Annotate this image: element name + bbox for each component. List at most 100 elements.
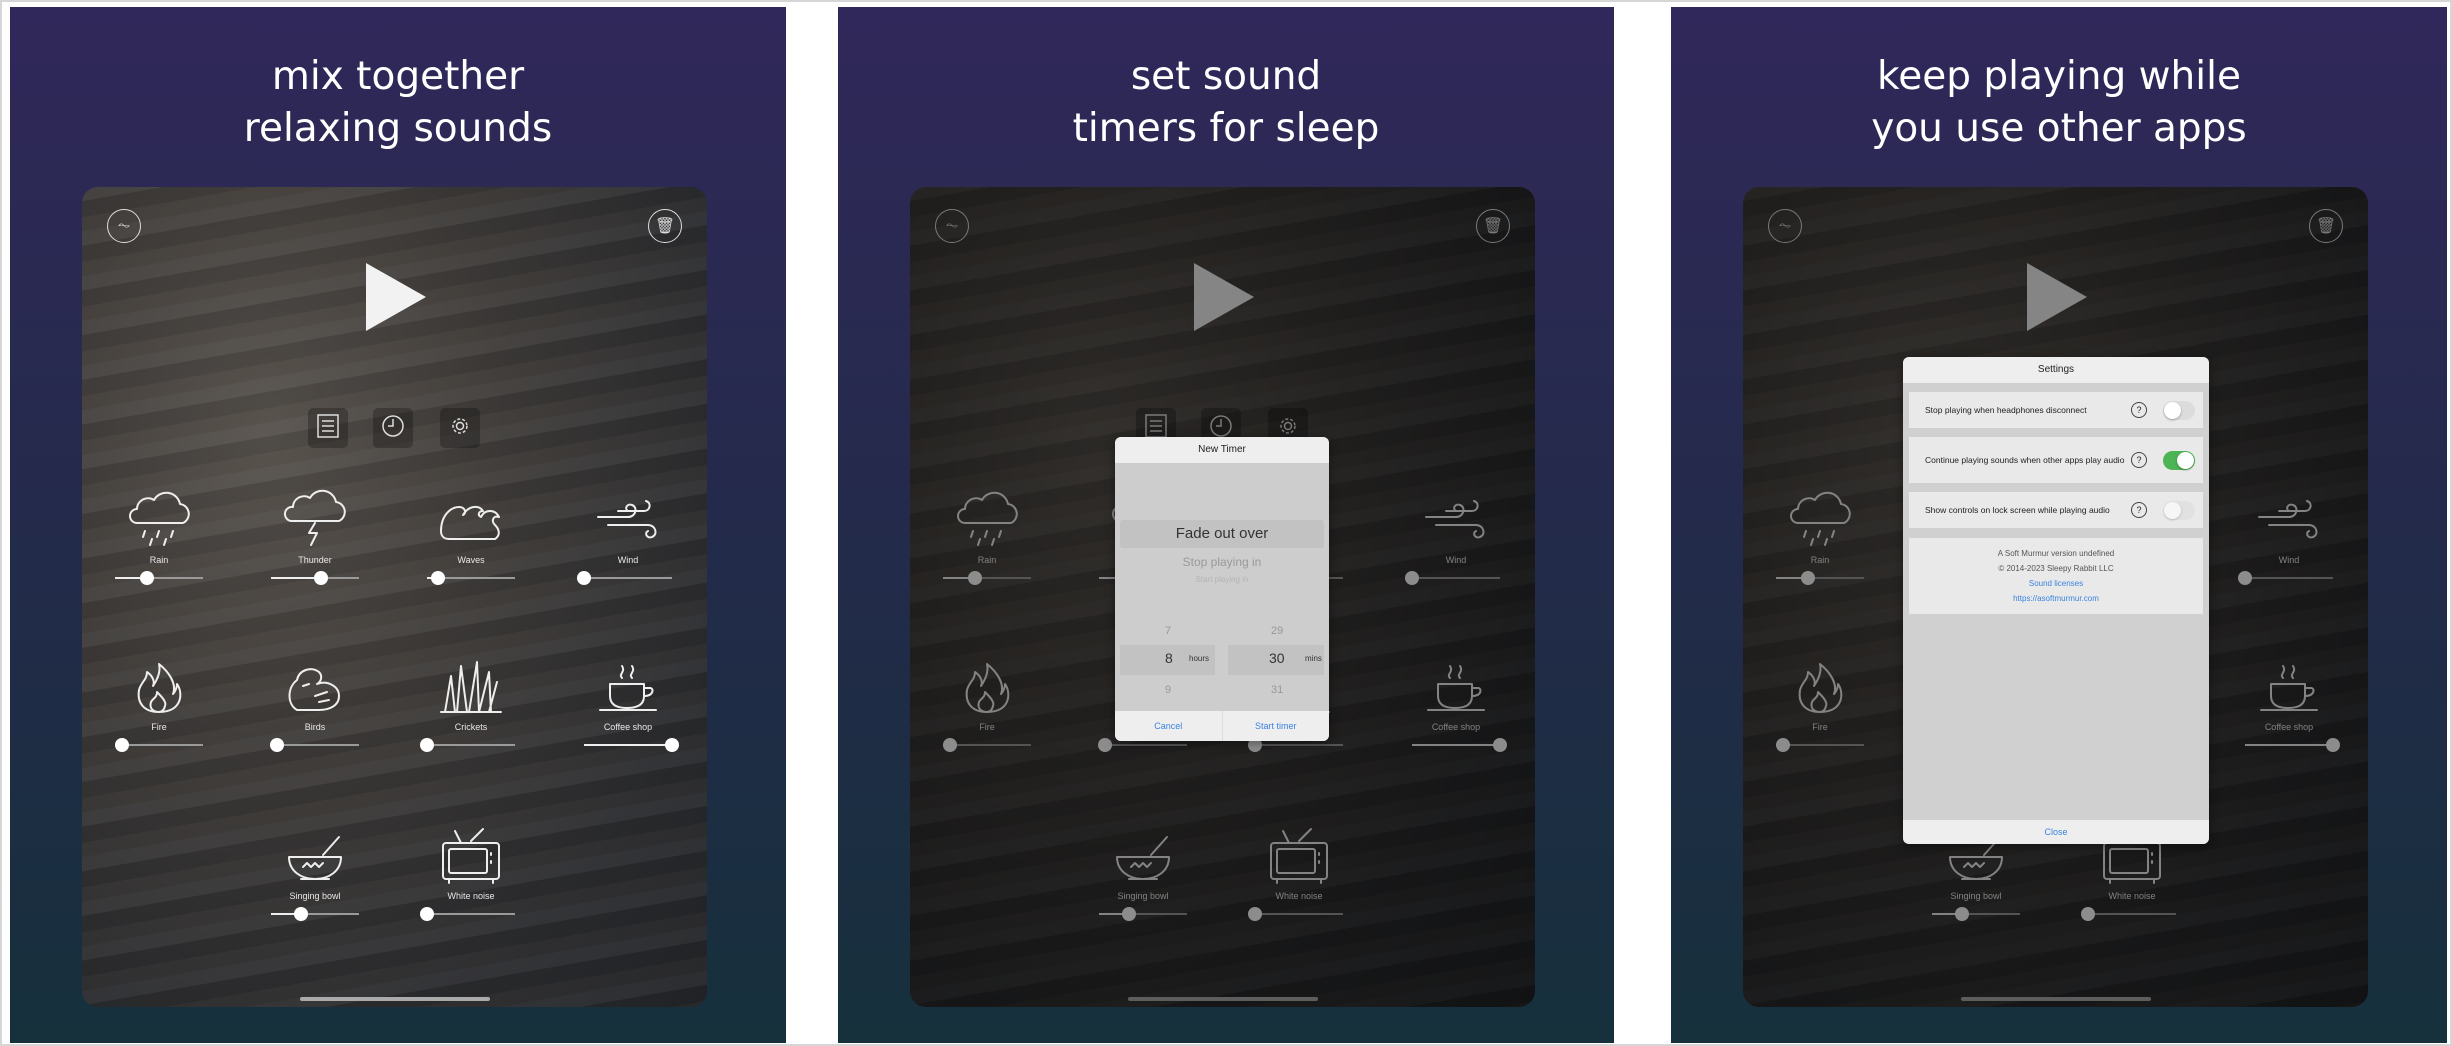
app-screen: ⏦ 🗑 Rain Thunder Waves Wind Fire Birds C… (82, 187, 707, 1007)
play-button[interactable] (366, 263, 426, 331)
sound-waves[interactable]: Waves (396, 487, 546, 585)
help-icon[interactable]: ? (2131, 502, 2147, 518)
mins-unit: mins (1305, 654, 1322, 663)
slider-thumb[interactable] (314, 571, 329, 585)
clock-icon (381, 414, 405, 443)
version-text: A Soft Murmur version undefined (1997, 549, 2115, 558)
sound-licenses-link[interactable]: Sound licenses (1909, 576, 2203, 591)
sound-coffee-shop[interactable]: Coffee shop (553, 654, 703, 752)
slider-thumb[interactable] (293, 907, 308, 921)
volume-slider[interactable] (271, 571, 359, 585)
dialog-title: New Timer (1115, 437, 1329, 463)
volume-slider[interactable] (115, 571, 203, 585)
slider-thumb[interactable] (115, 738, 130, 752)
singing-bowl-icon (288, 836, 342, 880)
sound-label: Crickets (454, 722, 488, 732)
sound-label: Singing bowl (289, 891, 341, 901)
app-screen: ⏦ 🗑 Rain Thunder Waves Wind Fire Birds C… (1743, 187, 2368, 1007)
grass-icon (440, 661, 502, 713)
setting-label: Continue playing sounds when other apps … (1925, 455, 2125, 465)
sound-birds[interactable]: Birds (240, 654, 390, 752)
hours-option[interactable]: 7 (1165, 625, 1171, 637)
sound-label: Thunder (298, 555, 332, 565)
hours-unit: hours (1189, 654, 1210, 663)
help-icon[interactable]: ? (2131, 402, 2147, 418)
slider-thumb[interactable] (577, 571, 591, 585)
bird-icon (288, 668, 340, 711)
volume-slider[interactable] (584, 738, 679, 752)
sound-label: Waves (457, 555, 485, 565)
sound-label: Wind (617, 555, 639, 565)
mins-option[interactable]: 31 (1271, 684, 1283, 696)
mins-option[interactable]: 29 (1271, 625, 1283, 637)
thunder-cloud-icon (283, 489, 346, 546)
fire-icon (137, 663, 182, 713)
clock-button[interactable] (373, 408, 413, 448)
mode-option[interactable]: Start playing in (1115, 575, 1329, 584)
mins-selected[interactable]: 30 (1269, 650, 1285, 666)
rain-cloud-icon (129, 491, 190, 546)
sound-label: Birds (304, 722, 326, 732)
slider-thumb[interactable] (430, 571, 445, 585)
gear-button[interactable] (440, 408, 480, 448)
slider-thumb[interactable] (665, 738, 679, 752)
promo-panel: set soundtimers for sleep ⏦ 🗑 Rain Thund… (838, 7, 1614, 1043)
copyright-text: © 2014-2023 Sleepy Rabbit LLC (1998, 564, 2114, 573)
list-icon (317, 413, 339, 443)
waves-icon (440, 505, 500, 540)
close-button[interactable]: Close (1903, 820, 2209, 844)
headline: set sound timers for sleep (1072, 54, 1380, 151)
mode-option-selected[interactable]: Fade out over (1115, 525, 1329, 542)
hours-selected[interactable]: 8 (1165, 650, 1173, 666)
setting-toggle[interactable] (2163, 400, 2195, 420)
website-link[interactable]: https://asoftmurmur.com (1909, 591, 2203, 606)
volume-slider[interactable] (577, 571, 672, 585)
sound-fire[interactable]: Fire (84, 654, 234, 752)
mode-option[interactable]: Stop playing in (1115, 555, 1329, 569)
list-button[interactable] (308, 408, 348, 448)
sound-wind[interactable]: Wind (553, 487, 703, 585)
slider-thumb[interactable] (270, 738, 285, 752)
slider-thumb[interactable] (420, 907, 434, 921)
headline: keep playing while you use other apps (1871, 54, 2247, 151)
sound-white-noise[interactable]: White noise (396, 823, 546, 921)
volume-slider[interactable] (270, 738, 359, 752)
cancel-button[interactable]: Cancel (1115, 711, 1223, 741)
gear-icon (448, 414, 472, 443)
promo-panel: keep playing while you use other apps ⏦ 🗑… (1671, 7, 2447, 1043)
home-indicator (300, 997, 490, 1001)
about-section: A Soft Murmur version undefined © 2014-2… (1909, 538, 2203, 614)
setting-toggle[interactable] (2163, 450, 2195, 470)
volume-slider[interactable] (420, 738, 515, 752)
clear-mix-button[interactable]: 🗑 (648, 209, 682, 243)
sound-rain[interactable]: Rain (84, 487, 234, 585)
waveform-button[interactable]: ⏦ (107, 209, 141, 243)
hours-option[interactable]: 9 (1165, 684, 1171, 696)
sound-crickets[interactable]: Crickets (396, 654, 546, 752)
volume-slider[interactable] (115, 738, 203, 752)
volume-slider[interactable] (427, 571, 515, 585)
wind-icon (597, 500, 657, 539)
slider-thumb[interactable] (420, 738, 434, 752)
sound-thunder[interactable]: Thunder (240, 487, 390, 585)
sound-label: Fire (151, 722, 167, 732)
tv-icon (442, 828, 500, 884)
volume-slider[interactable] (271, 907, 359, 921)
help-icon[interactable]: ? (2131, 452, 2147, 468)
setting-row: Continue playing sounds when other apps … (1909, 437, 2203, 483)
dialog-title: Settings (1903, 357, 2209, 383)
slider-thumb[interactable] (139, 571, 154, 585)
promo-panel: mix together relaxing sounds ⏦ 🗑 Rain Thu… (10, 7, 786, 1043)
new-timer-dialog: New Timer Fade out over Stop playing in … (1115, 437, 1329, 741)
setting-label: Show controls on lock screen while playi… (1925, 505, 2110, 515)
trash-icon: 🗑 (654, 218, 676, 235)
app-screen: ⏦ 🗑 Rain Thunder Waves Wind Fire Birds C… (910, 187, 1535, 1007)
sound-label: White noise (447, 891, 495, 901)
setting-row: Stop playing when headphones disconnect … (1909, 392, 2203, 428)
volume-slider[interactable] (420, 907, 515, 921)
sound-label: Coffee shop (603, 722, 653, 732)
setting-row: Show controls on lock screen while playi… (1909, 492, 2203, 528)
sound-singing-bowl[interactable]: Singing bowl (240, 823, 390, 921)
setting-toggle[interactable] (2163, 500, 2195, 520)
start-timer-button[interactable]: Start timer (1223, 711, 1330, 741)
